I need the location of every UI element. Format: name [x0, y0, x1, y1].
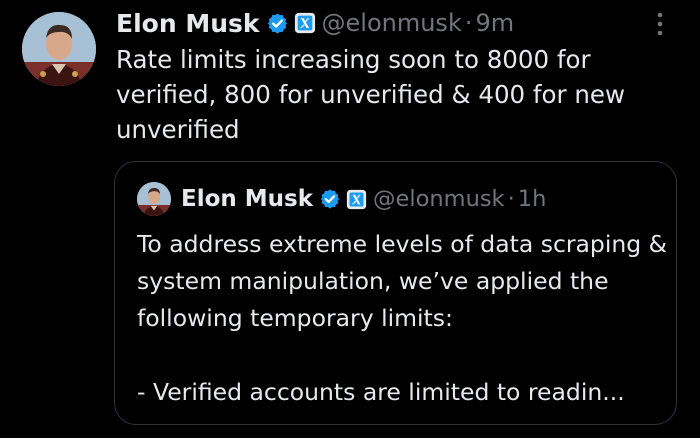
quoted-author-name: Elon Musk [181, 186, 314, 212]
x-affiliation-icon[interactable] [294, 12, 316, 34]
author-avatar[interactable] [22, 12, 96, 86]
verified-badge-icon[interactable] [266, 12, 289, 35]
x-affiliation-icon [346, 189, 367, 209]
separator-dot: · [464, 9, 473, 37]
author-name[interactable]: Elon Musk [116, 9, 260, 38]
more-options-icon[interactable] [652, 10, 668, 38]
tweet-text: Rate limits increasing soon to 8000 for … [116, 45, 633, 144]
quoted-tweet[interactable]: Elon Musk @elonmusk · 1h To address extr… [114, 161, 677, 425]
timestamp[interactable]: 9m [475, 9, 514, 37]
avatar-image [22, 12, 96, 86]
separator-dot: · [507, 186, 515, 212]
verified-badge-icon [320, 189, 340, 209]
quoted-tweet-header: Elon Musk @elonmusk · 1h [137, 180, 546, 218]
quoted-avatar-image [137, 182, 171, 216]
author-handle[interactable]: @elonmusk [322, 9, 462, 37]
quoted-timestamp: 1h [517, 186, 547, 212]
quoted-author-avatar [137, 182, 171, 216]
quoted-author-handle: @elonmusk [373, 186, 505, 212]
tweet[interactable]: Elon Musk @elonmusk · 9m Rate limits inc… [0, 0, 700, 438]
tweet-header: Elon Musk @elonmusk · 9m [116, 6, 514, 40]
quoted-tweet-text: To address extreme levels of data scrapi… [137, 230, 667, 406]
